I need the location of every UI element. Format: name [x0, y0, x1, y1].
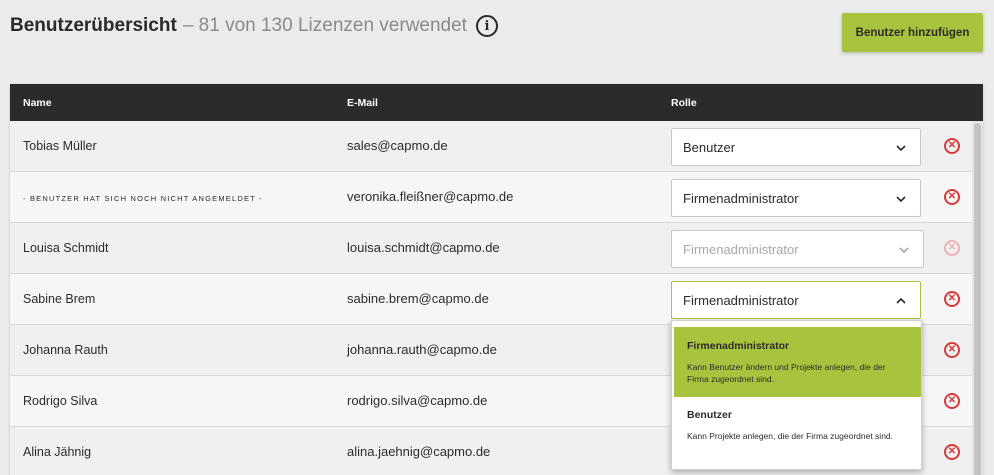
role-select[interactable]: Benutzer: [671, 128, 921, 166]
chevron-down-icon: [899, 247, 909, 254]
user-name: Johanna Rauth: [23, 343, 108, 357]
user-email: sales@capmo.de: [347, 138, 448, 153]
table-row: - Benutzer hat sich noch nicht angemelde…: [10, 172, 972, 223]
role-select-open[interactable]: Firmenadministrator: [671, 281, 921, 319]
column-header-email: E-Mail: [347, 97, 378, 109]
role-select-value: Firmenadministrator: [683, 241, 799, 257]
table-row: Tobias Müller sales@capmo.de Benutzer ✕: [10, 121, 972, 172]
role-select-value: Firmenadministrator: [683, 190, 799, 206]
table-scrollbar[interactable]: [972, 121, 983, 475]
option-description: Kann Projekte anlegen, die der Firma zug…: [687, 431, 894, 441]
table-row: Sabine Brem sabine.brem@capmo.de Firmena…: [10, 274, 972, 325]
role-option-firmenadministrator[interactable]: Firmenadministrator Kann Benutzer ändern…: [674, 327, 921, 397]
table-row: Louisa Schmidt louisa.schmidt@capmo.de F…: [10, 223, 972, 274]
delete-user-icon[interactable]: ✕: [944, 444, 960, 460]
chevron-up-icon: [896, 297, 906, 304]
delete-user-icon[interactable]: ✕: [944, 393, 960, 409]
scrollbar-thumb[interactable]: [974, 123, 981, 475]
role-select-value: Firmenadministrator: [683, 292, 799, 308]
table-header: Name E-Mail Rolle: [10, 84, 983, 121]
license-count: – 81 von 130 Lizenzen verwendet: [182, 15, 467, 36]
delete-user-icon[interactable]: ✕: [944, 291, 960, 307]
user-name: Alina Jähnig: [23, 445, 92, 459]
user-email: louisa.schmidt@capmo.de: [347, 240, 500, 255]
page-header: Benutzerübersicht – 81 von 130 Lizenzen …: [10, 12, 498, 40]
user-name: Rodrigo Silva: [23, 394, 98, 408]
user-name: Sabine Brem: [23, 292, 96, 306]
role-select-value: Benutzer: [683, 139, 736, 155]
chevron-down-icon: [896, 145, 906, 152]
column-header-name: Name: [23, 97, 52, 109]
chevron-down-icon: [896, 196, 906, 203]
delete-user-icon[interactable]: ✕: [944, 138, 960, 154]
role-option-benutzer[interactable]: Benutzer Kann Projekte anlegen, die der …: [674, 396, 921, 466]
add-user-button[interactable]: Benutzer hinzufügen: [842, 13, 983, 52]
user-email: rodrigo.silva@capmo.de: [347, 393, 488, 408]
role-select-disabled: Firmenadministrator: [671, 230, 924, 268]
user-name: Tobias Müller: [23, 139, 97, 153]
column-header-role: Rolle: [671, 97, 697, 109]
role-dropdown-menu: Firmenadministrator Kann Benutzer ändern…: [671, 320, 922, 470]
page-title: Benutzerübersicht: [10, 15, 177, 36]
user-name: Louisa Schmidt: [23, 241, 109, 255]
delete-user-icon: ✕: [944, 240, 960, 256]
delete-user-icon[interactable]: ✕: [944, 342, 960, 358]
info-circle-icon[interactable]: i: [475, 15, 498, 37]
user-email: veronika.fleißner@capmo.de: [347, 189, 514, 204]
option-title: Firmenadministrator: [687, 340, 790, 352]
option-description: Kann Benutzer ändern und Projekte anlege…: [687, 362, 886, 384]
user-email: johanna.rauth@capmo.de: [347, 342, 497, 357]
option-title: Benutzer: [687, 409, 732, 421]
role-select[interactable]: Firmenadministrator: [671, 179, 921, 217]
user-name-pending: - Benutzer hat sich noch nicht angemelde…: [23, 194, 263, 203]
user-email: sabine.brem@capmo.de: [347, 291, 489, 306]
delete-user-icon[interactable]: ✕: [944, 189, 960, 205]
user-email: alina.jaehnig@capmo.de: [347, 444, 491, 459]
